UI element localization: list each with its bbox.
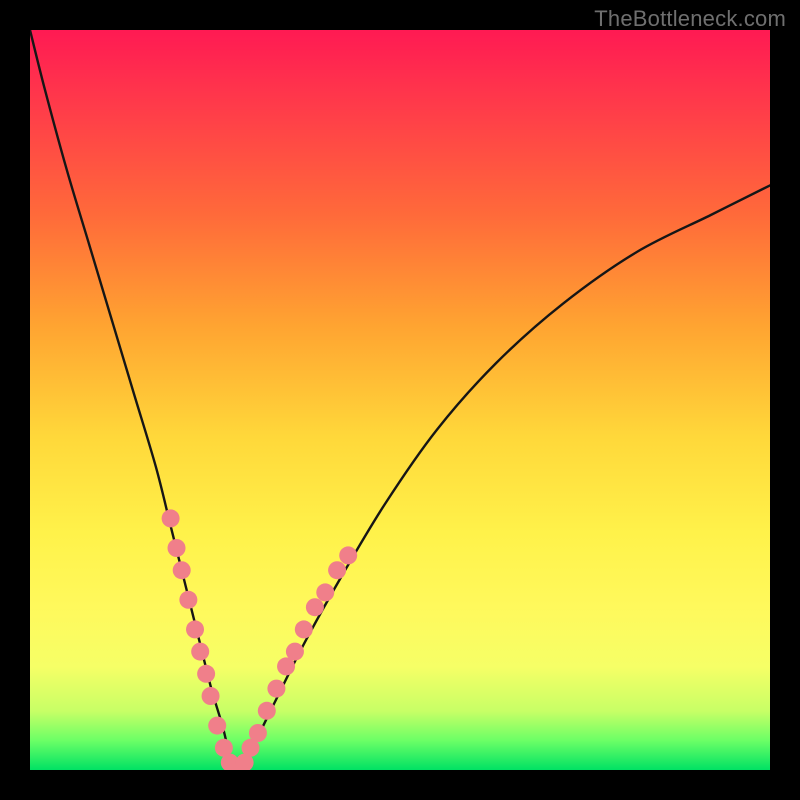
scatter-dot (208, 717, 226, 735)
scatter-dot (328, 561, 346, 579)
scatter-dot (186, 620, 204, 638)
scatter-dot (168, 539, 186, 557)
scatter-dot (339, 546, 357, 564)
scatter-dot (191, 643, 209, 661)
plot-area (30, 30, 770, 770)
scatter-dot (173, 561, 191, 579)
scatter-dot (249, 724, 267, 742)
scatter-dot (295, 620, 313, 638)
scatter-dot (179, 591, 197, 609)
watermark-text: TheBottleneck.com (594, 6, 786, 32)
scatter-dots (162, 509, 358, 770)
scatter-dot (316, 583, 334, 601)
scatter-dot (258, 702, 276, 720)
chart-svg (30, 30, 770, 770)
bottleneck-curve (30, 30, 770, 770)
scatter-dot (267, 680, 285, 698)
scatter-dot (286, 643, 304, 661)
scatter-dot (202, 687, 220, 705)
scatter-dot (306, 598, 324, 616)
scatter-dot (197, 665, 215, 683)
chart-frame: TheBottleneck.com (0, 0, 800, 800)
scatter-dot (162, 509, 180, 527)
